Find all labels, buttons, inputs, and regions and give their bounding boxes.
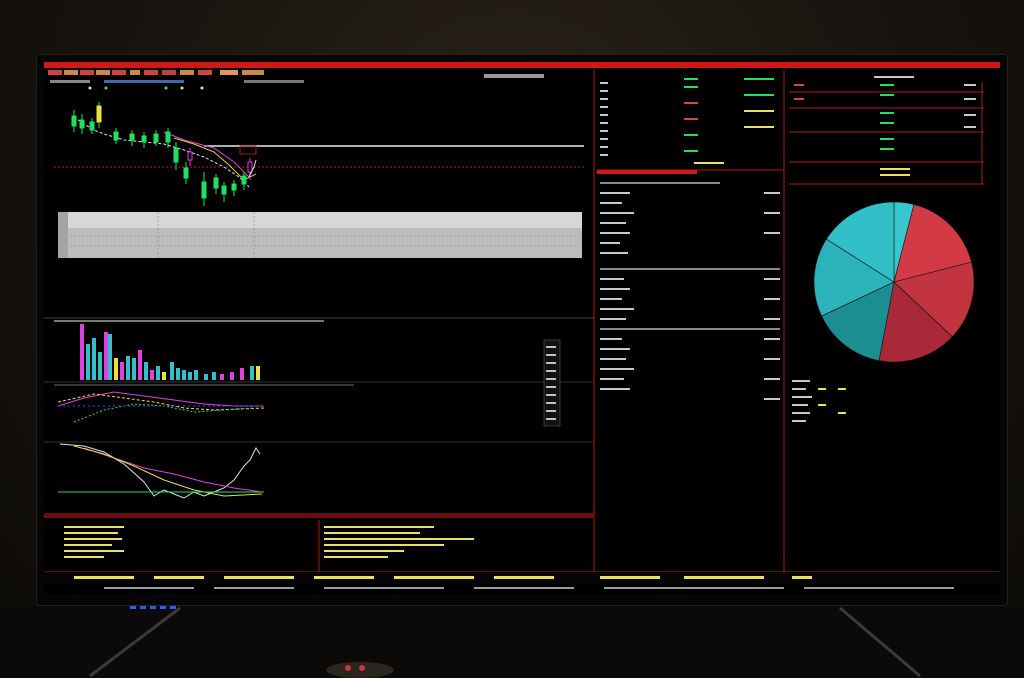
bottom-news-panel[interactable] — [44, 514, 594, 572]
quote-list-center[interactable] — [600, 78, 774, 164]
monitor-stand-area — [0, 606, 1024, 678]
status-bar[interactable] — [44, 572, 1000, 594]
center-panel-tab-active[interactable] — [597, 170, 697, 174]
terminal-display — [44, 62, 1000, 594]
indicator-panel-2 — [58, 443, 264, 499]
chart-header-info — [50, 74, 544, 83]
volume-panel — [54, 320, 561, 427]
indicator-panel-1 — [54, 384, 354, 423]
order-book-list[interactable] — [600, 182, 780, 400]
right-lower-list[interactable] — [792, 380, 846, 422]
candlestick-chart[interactable] — [54, 102, 584, 206]
top-menu-bar[interactable] — [44, 62, 1000, 68]
chart-header-dots — [88, 86, 204, 90]
right-summary-table[interactable] — [794, 76, 976, 176]
trading-terminal-screen — [44, 62, 1000, 594]
allocation-pie-chart[interactable] — [813, 201, 975, 363]
selection-marker — [239, 145, 257, 155]
volume-side-legend[interactable] — [543, 339, 561, 427]
info-overlay[interactable] — [58, 212, 582, 258]
toolbar-buttons[interactable] — [48, 70, 264, 75]
